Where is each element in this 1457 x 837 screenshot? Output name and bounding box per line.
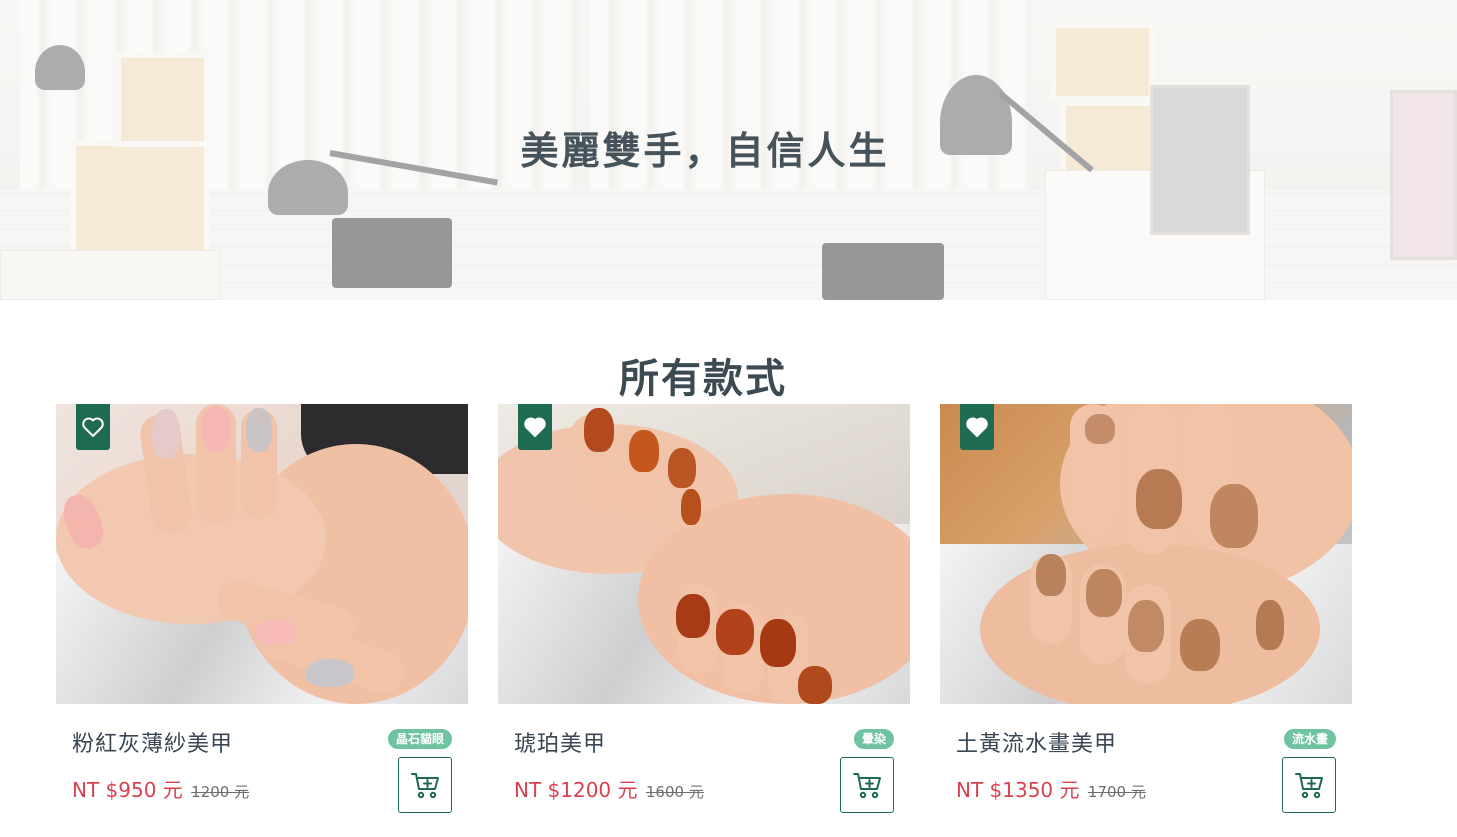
cart-plus-icon — [411, 773, 439, 799]
product-photo[interactable] — [940, 404, 1352, 704]
product-price: NT $1200 元 1600 元 — [514, 774, 704, 803]
original-price: 1700 元 — [1087, 783, 1146, 801]
original-price: 1600 元 — [645, 783, 704, 801]
add-to-cart-button[interactable] — [398, 757, 452, 813]
product-card[interactable]: 琥珀美甲 暈染 NT $1200 元 1600 元 — [498, 404, 910, 824]
product-tag-badge: 暈染 — [853, 729, 894, 749]
favorite-button[interactable] — [960, 404, 994, 450]
section-title: 所有款式 — [619, 356, 787, 402]
sale-price: NT $1200 元 — [514, 778, 638, 802]
product-tag-badge: 流水畫 — [1283, 729, 1336, 749]
hero-title: 美麗雙手，自信人生 — [520, 129, 890, 173]
cart-plus-icon — [853, 773, 881, 799]
add-to-cart-button[interactable] — [840, 757, 894, 813]
hero-banner: 美麗雙手，自信人生 — [0, 0, 1457, 300]
product-name[interactable]: 粉紅灰薄紗美甲 — [72, 726, 233, 758]
sale-price: NT $1350 元 — [956, 778, 1080, 802]
heart-outline-icon — [82, 417, 104, 437]
product-card[interactable]: 粉紅灰薄紗美甲 晶石貓眼 NT $950 元 1200 元 — [56, 404, 468, 824]
cart-plus-icon — [1295, 773, 1323, 799]
favorite-button[interactable] — [76, 404, 110, 450]
product-name[interactable]: 琥珀美甲 — [514, 726, 606, 758]
product-price: NT $1350 元 1700 元 — [956, 774, 1146, 803]
favorite-button[interactable] — [518, 404, 552, 450]
product-photo[interactable] — [56, 404, 468, 704]
product-card[interactable]: 土黃流水畫美甲 流水畫 NT $1350 元 1700 元 — [940, 404, 1352, 824]
heart-filled-icon — [524, 417, 546, 437]
sale-price: NT $950 元 — [72, 778, 183, 802]
original-price: 1200 元 — [191, 783, 250, 801]
product-photo[interactable] — [498, 404, 910, 704]
product-price: NT $950 元 1200 元 — [72, 774, 249, 803]
add-to-cart-button[interactable] — [1282, 757, 1336, 813]
heart-filled-icon — [966, 417, 988, 437]
product-tag-badge: 晶石貓眼 — [387, 729, 452, 749]
product-name[interactable]: 土黃流水畫美甲 — [956, 726, 1117, 758]
